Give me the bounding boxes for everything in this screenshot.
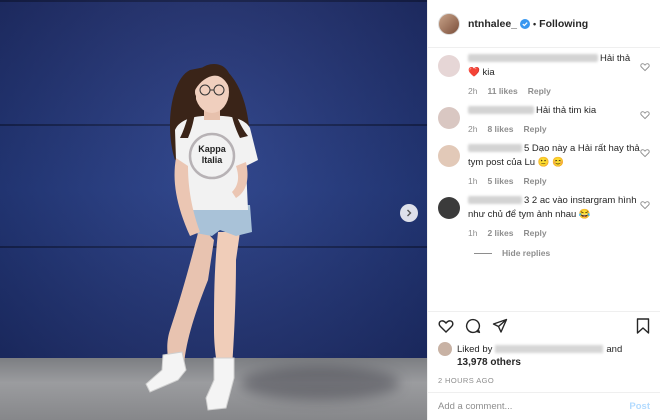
likes-count[interactable]: 13,978 others bbox=[457, 357, 650, 368]
comment-likes[interactable]: 11 likes bbox=[487, 86, 517, 96]
comment-time: 1h bbox=[468, 176, 478, 186]
post-photo[interactable]: Kappa Italia bbox=[0, 0, 427, 420]
like-comment-heart-icon[interactable] bbox=[640, 200, 650, 210]
comment-time: 1h bbox=[468, 228, 478, 238]
commenter-avatar[interactable] bbox=[438, 197, 460, 219]
comment-text: Hải thả tim kia bbox=[536, 105, 597, 116]
hide-replies-button[interactable]: Hide replies bbox=[474, 248, 650, 258]
liked-by-line: Liked by and bbox=[438, 342, 650, 356]
following-button[interactable]: Following bbox=[539, 18, 588, 30]
verified-badge-icon bbox=[520, 18, 531, 29]
comment-item: Hải thả tim kia 2h 8 likes Reply bbox=[438, 104, 650, 142]
comment-time: 2h bbox=[468, 124, 478, 134]
comment-item: Hải thả ❤️ kia 2h 11 likes Reply bbox=[438, 52, 650, 104]
instagram-post-modal: Kappa Italia ntnhalee_ • Following Hải t… bbox=[0, 0, 660, 420]
reply-button[interactable]: Reply bbox=[523, 228, 546, 238]
post-side-panel: ntnhalee_ • Following Hải thả ❤️ kia 2h … bbox=[427, 0, 660, 420]
commenter-username-blurred[interactable] bbox=[468, 54, 598, 63]
hide-replies-line bbox=[474, 252, 492, 254]
commenter-username-blurred[interactable] bbox=[468, 106, 534, 115]
post-comment-button[interactable]: Post bbox=[629, 401, 650, 412]
reply-button[interactable]: Reply bbox=[523, 124, 546, 134]
post-actions: Liked by and 13,978 others 2 HOURS AGO bbox=[428, 311, 660, 385]
commenter-username-blurred[interactable] bbox=[468, 144, 522, 153]
add-comment-input[interactable] bbox=[438, 401, 630, 412]
next-photo-button[interactable] bbox=[400, 204, 418, 222]
save-bookmark-icon[interactable] bbox=[636, 318, 650, 334]
comments-list[interactable]: Hải thả ❤️ kia 2h 11 likes Reply Hải thả… bbox=[428, 48, 660, 311]
commenter-avatar[interactable] bbox=[438, 145, 460, 167]
comment-bubble-icon[interactable] bbox=[465, 318, 481, 334]
post-header: ntnhalee_ • Following bbox=[428, 0, 660, 48]
comment-likes[interactable]: 5 likes bbox=[487, 176, 513, 186]
person-illustration: Kappa Italia bbox=[145, 64, 258, 411]
action-icons-row bbox=[438, 312, 650, 340]
commenter-avatar[interactable] bbox=[438, 55, 460, 77]
shirt-logo-text: Kappa bbox=[198, 144, 227, 154]
like-heart-icon[interactable] bbox=[438, 318, 454, 334]
comment-likes[interactable]: 8 likes bbox=[487, 124, 513, 134]
comment-time: 2h bbox=[468, 86, 478, 96]
comment-item: 3 2 ac vào instargram hình như chủ để ty… bbox=[438, 194, 650, 246]
hide-replies-label: Hide replies bbox=[502, 248, 551, 258]
commenter-username-blurred[interactable] bbox=[468, 196, 522, 205]
comment-likes[interactable]: 2 likes bbox=[487, 228, 513, 238]
reply-button[interactable]: Reply bbox=[523, 176, 546, 186]
share-direct-icon[interactable] bbox=[492, 318, 508, 334]
reply-button[interactable]: Reply bbox=[528, 86, 551, 96]
commenter-avatar[interactable] bbox=[438, 107, 460, 129]
like-comment-heart-icon[interactable] bbox=[640, 110, 650, 120]
liked-and-label: and bbox=[606, 343, 623, 355]
author-avatar[interactable] bbox=[438, 12, 460, 35]
like-comment-heart-icon[interactable] bbox=[640, 148, 650, 158]
header-separator: • bbox=[533, 18, 537, 29]
post-time-ago[interactable]: 2 HOURS AGO bbox=[438, 376, 650, 385]
shirt-logo-subtext: Italia bbox=[202, 155, 224, 165]
liker-username-blurred[interactable] bbox=[495, 345, 604, 353]
comment-composer: Post bbox=[428, 392, 660, 420]
liked-by-label: Liked by bbox=[457, 343, 493, 355]
liker-avatar[interactable] bbox=[438, 342, 452, 356]
author-username[interactable]: ntnhalee_ bbox=[468, 18, 517, 30]
comment-item: 5 Dạo này a Hải rất hay thả tym post của… bbox=[438, 142, 650, 194]
chevron-right-icon bbox=[407, 209, 412, 217]
like-comment-heart-icon[interactable] bbox=[640, 62, 650, 72]
